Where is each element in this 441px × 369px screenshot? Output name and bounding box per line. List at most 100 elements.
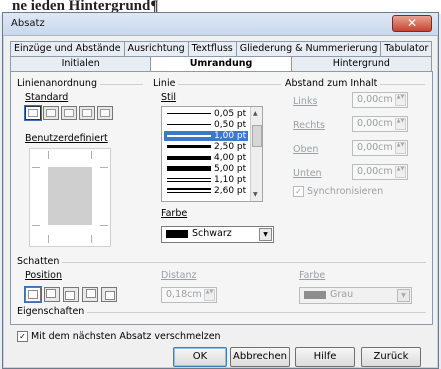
merge-label: Mit dem nächsten Absatz verschmelzen (31, 331, 221, 342)
preset-icon (100, 109, 110, 117)
checkmark-icon: ✓ (19, 332, 26, 341)
color-swatch (304, 291, 326, 299)
line-sample (167, 178, 211, 179)
paragraph-dialog: Absatz ✕ Einzüge und Abstände Ausrichtun… (2, 12, 439, 369)
corner-mark (32, 225, 40, 226)
tab-ausrichtung[interactable]: Ausrichtung (123, 41, 189, 56)
standard-label-text: Standard (25, 92, 69, 103)
line-sample (167, 145, 211, 148)
shadow-color-select[interactable]: Grau ▼ (299, 287, 412, 304)
tab-row-top: Einzüge und Abstände Ausrichtung Textflu… (10, 41, 433, 56)
section-abstand: Abstand zum Inhalt (285, 78, 381, 89)
line-style-label: 0,50 pt (214, 120, 247, 130)
custom-border-preview[interactable] (29, 148, 111, 247)
line-color-select[interactable]: Schwarz ▼ (161, 226, 274, 243)
scroll-thumb[interactable] (252, 125, 262, 147)
line-style-list[interactable]: 0,05 pt 0,50 pt 1,00 pt 2,50 pt 4,00 pt … (161, 106, 263, 202)
section-schatten: Schatten (17, 256, 63, 267)
divider (17, 262, 426, 263)
line-style-item[interactable]: 0,05 pt (164, 109, 248, 119)
rechts-spinner[interactable]: 0,00cm ▲▼ (352, 116, 408, 132)
tab-umrandung[interactable]: Umrandung (150, 56, 292, 72)
spinner-arrows-icon[interactable]: ▲▼ (204, 289, 215, 301)
tab-hintergrund[interactable]: Hintergrund (290, 56, 432, 72)
preset-none[interactable] (25, 106, 41, 120)
scroll-up-icon[interactable]: ▲ (253, 110, 258, 117)
rechts-label: Rechts (293, 120, 325, 131)
spinner-arrows-icon[interactable]: ▲▼ (395, 166, 406, 178)
section-linienanordnung: Linienanordnung (17, 78, 100, 89)
ok-button[interactable]: OK (173, 347, 227, 367)
line-style-item[interactable]: 2,50 pt (164, 142, 248, 152)
sync-checkbox[interactable]: ✓ (293, 186, 304, 197)
tab-tabulator[interactable]: Tabulator (380, 41, 433, 56)
position-label: Position (25, 270, 62, 281)
line-style-item-selected[interactable]: 1,00 pt (164, 131, 248, 141)
line-sample (167, 188, 211, 190)
preset-row (25, 106, 113, 120)
distanz-value: 0,18cm (166, 289, 202, 300)
unten-spinner[interactable]: 0,00cm ▲▼ (352, 164, 408, 180)
line-style-item[interactable]: 2,60 pt (164, 186, 248, 196)
preset-left-right[interactable] (97, 106, 113, 120)
oben-spinner[interactable]: 0,00cm ▲▼ (352, 140, 408, 156)
benutzerdefiniert-label: Benutzerdefiniert (25, 133, 108, 144)
tab-textfluss[interactable]: Textfluss (187, 41, 237, 56)
benutzerdefiniert-label-text: Benutzerdefiniert (25, 133, 108, 144)
line-sample (167, 166, 211, 171)
preset-box-shadow[interactable] (61, 106, 77, 120)
line-style-label: 1,10 pt (214, 175, 247, 185)
color-swatch (166, 230, 188, 238)
chevron-down-icon[interactable]: ▼ (259, 228, 272, 241)
spinner-arrows-icon[interactable]: ▲▼ (395, 118, 406, 130)
line-style-label: 5,00 pt (214, 164, 247, 174)
reset-button[interactable]: Zurück (361, 347, 421, 367)
preset-box[interactable] (43, 106, 59, 120)
preset-top-bottom[interactable] (79, 106, 95, 120)
line-list-scrollbar[interactable]: ▲ ▼ (250, 107, 262, 201)
line-style-item[interactable]: 4,00 pt (164, 153, 248, 163)
cancel-button[interactable]: Abbrechen (230, 347, 290, 367)
border-tab-panel: Linienanordnung Standard Benutzerdefinie… (10, 71, 433, 325)
corner-mark (48, 235, 49, 243)
close-button[interactable]: ✕ (392, 15, 432, 32)
close-icon: ✕ (406, 16, 418, 30)
links-label: Links (293, 96, 317, 107)
line-style-item[interactable]: 0,50 pt (164, 120, 248, 130)
help-button[interactable]: Hilfe (295, 347, 355, 367)
sync-label: Synchronisieren (307, 186, 384, 197)
shadow-icon (46, 289, 56, 298)
unten-label-text: Unten (293, 168, 322, 179)
line-style-item[interactable]: 5,00 pt (164, 164, 248, 174)
corner-mark (100, 167, 108, 168)
shadow-top-left-button[interactable] (101, 287, 117, 302)
shadow-bottom-left-button[interactable] (82, 287, 98, 302)
links-label-text: Links (293, 96, 318, 107)
line-color-value: Schwarz (192, 228, 232, 239)
spinner-arrows-icon[interactable]: ▲▼ (395, 94, 406, 106)
chevron-down-icon[interactable]: ▼ (397, 289, 410, 302)
shadow-top-right-button[interactable] (63, 287, 79, 302)
title-bar: Absatz ✕ (3, 13, 438, 36)
spinner-arrows-icon[interactable]: ▲▼ (395, 142, 406, 154)
shadow-none-button[interactable] (25, 287, 41, 302)
shadow-icon (65, 291, 75, 300)
unten-label: Unten (293, 168, 322, 179)
distanz-spinner[interactable]: 0,18cm ▲▼ (161, 287, 217, 303)
scroll-down-icon[interactable]: ▼ (253, 191, 258, 198)
shadow-icon (86, 289, 96, 298)
checkmark-icon: ✓ (295, 187, 302, 196)
tab-initialen[interactable]: Initialen (10, 56, 152, 72)
merge-checkbox[interactable]: ✓ (17, 331, 28, 342)
farbe-label: Farbe (161, 208, 187, 219)
tab-einzuege[interactable]: Einzüge und Abstände (10, 41, 125, 56)
line-style-item[interactable]: 1,10 pt (164, 175, 248, 185)
line-sample (167, 113, 211, 114)
line-style-label: 2,60 pt (214, 186, 247, 196)
tab-gliederung[interactable]: Gliederung & Nummerierung (235, 41, 382, 56)
links-spinner[interactable]: 0,00cm ▲▼ (352, 92, 408, 108)
shadow-bottom-right-button[interactable] (44, 287, 60, 302)
corner-mark (91, 151, 92, 159)
line-style-label: 1,00 pt (214, 131, 247, 141)
unten-value: 0,00cm (357, 166, 393, 177)
